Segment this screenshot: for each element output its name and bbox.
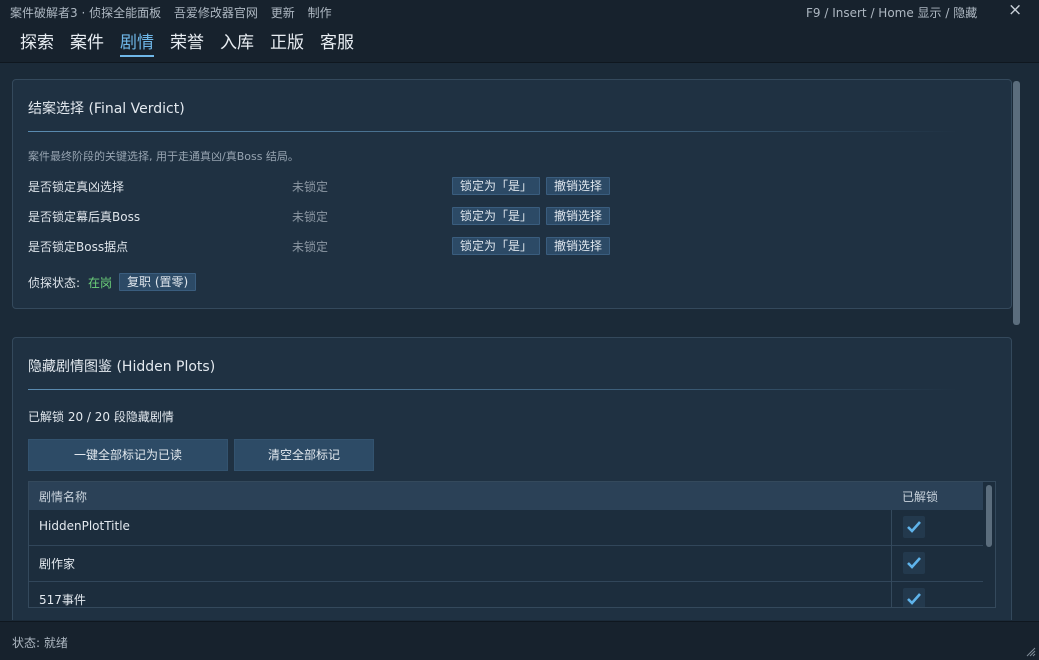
official-site-link[interactable]: 吾爱修改器官网 — [174, 6, 258, 20]
plot-name: HiddenPlotTitle — [39, 519, 130, 533]
panel-title: 隐藏剧情图鉴 (Hidden Plots) — [28, 359, 216, 375]
check-icon — [907, 557, 921, 569]
main-scrollbar[interactable] — [1013, 81, 1020, 325]
verdict-row-label: 是否锁定幕后真Boss — [28, 210, 141, 224]
divider — [28, 389, 958, 390]
final-verdict-panel: 结案选择 (Final Verdict) 案件最终阶段的关键选择, 用于走通真凶… — [12, 79, 1012, 309]
tab-support[interactable]: 客服 — [320, 28, 354, 55]
resize-grip-icon[interactable] — [1024, 645, 1036, 657]
plot-name: 剧作家 — [39, 557, 76, 571]
status-bar: 状态: 就绪 — [0, 621, 1039, 660]
table-row[interactable]: HiddenPlotTitle — [29, 510, 983, 546]
verdict-row-label: 是否锁定Boss据点 — [28, 240, 129, 254]
verdict-row-status: 未锁定 — [292, 240, 329, 254]
lock-yes-button[interactable]: 锁定为「是」 — [452, 237, 541, 255]
hidden-plots-panel: 隐藏剧情图鉴 (Hidden Plots) 已解锁 20 / 20 段隐藏剧情 … — [12, 337, 1012, 620]
column-divider — [891, 510, 892, 546]
mark-all-read-button[interactable]: 一键全部标记为已读 — [28, 439, 228, 471]
reinstate-button[interactable]: 复职 (置零) — [119, 273, 197, 291]
unlocked-checkbox[interactable] — [903, 588, 925, 607]
credits-link[interactable]: 制作 — [308, 6, 332, 20]
plot-name: 517事件 — [39, 593, 86, 607]
column-divider — [891, 582, 892, 607]
panel-description: 案件最终阶段的关键选择, 用于走通真凶/真Boss 结局。 — [28, 150, 299, 163]
unlocked-count: 已解锁 20 / 20 段隐藏剧情 — [28, 410, 174, 424]
verdict-row-status: 未锁定 — [292, 180, 329, 194]
lock-yes-button[interactable]: 锁定为「是」 — [452, 207, 541, 225]
divider — [28, 131, 958, 132]
column-header-unlocked[interactable]: 已解锁 — [902, 488, 938, 505]
table-header: 剧情名称 已解锁 — [29, 482, 983, 510]
undo-choice-button[interactable]: 撤销选择 — [546, 207, 611, 225]
tab-cases[interactable]: 案件 — [70, 28, 104, 55]
hotkey-hint: F9 / Insert / Home 显示 / 隐藏 — [806, 6, 978, 20]
panel-title: 结案选择 (Final Verdict) — [28, 101, 185, 117]
main-tabs: 探索 案件 剧情 荣誉 入库 正版 客服 — [0, 24, 1039, 63]
table-row[interactable]: 剧作家 — [29, 546, 983, 582]
detective-status-value: 在岗 — [88, 276, 113, 290]
table-row[interactable]: 517事件 — [29, 582, 983, 607]
clear-marks-button[interactable]: 清空全部标记 — [234, 439, 374, 471]
content-area: 结案选择 (Final Verdict) 案件最终阶段的关键选择, 用于走通真凶… — [0, 63, 1039, 620]
tab-storage[interactable]: 入库 — [220, 28, 254, 55]
update-link[interactable]: 更新 — [271, 6, 295, 20]
check-icon — [907, 593, 921, 605]
status-text: 状态: 就绪 — [12, 636, 68, 650]
plots-table: 剧情名称 已解锁 HiddenPlotTitle 剧作家 517事件 — [28, 481, 996, 608]
unlocked-checkbox[interactable] — [903, 516, 925, 538]
title-menu: 案件破解者3 · 侦探全能面板 吾爱修改器官网 更新 制作 — [10, 4, 341, 21]
check-icon — [907, 521, 921, 533]
unlocked-checkbox[interactable] — [903, 552, 925, 574]
close-icon[interactable]: × — [1008, 0, 1022, 20]
tab-explore[interactable]: 探索 — [20, 28, 54, 55]
verdict-row-status: 未锁定 — [292, 210, 329, 224]
table-scrollbar[interactable] — [986, 485, 992, 547]
app-title: 案件破解者3 · 侦探全能面板 — [10, 6, 162, 20]
tab-genuine[interactable]: 正版 — [270, 28, 304, 55]
tab-plot[interactable]: 剧情 — [120, 28, 154, 57]
tab-honor[interactable]: 荣誉 — [170, 28, 204, 55]
undo-choice-button[interactable]: 撤销选择 — [546, 177, 611, 195]
column-header-name[interactable]: 剧情名称 — [39, 488, 87, 505]
lock-yes-button[interactable]: 锁定为「是」 — [452, 177, 541, 195]
detective-status-label: 侦探状态: — [28, 276, 81, 290]
verdict-row-label: 是否锁定真凶选择 — [28, 180, 125, 194]
column-divider — [891, 546, 892, 582]
undo-choice-button[interactable]: 撤销选择 — [546, 237, 611, 255]
title-bar: 案件破解者3 · 侦探全能面板 吾爱修改器官网 更新 制作 F9 / Inser… — [0, 0, 1039, 24]
